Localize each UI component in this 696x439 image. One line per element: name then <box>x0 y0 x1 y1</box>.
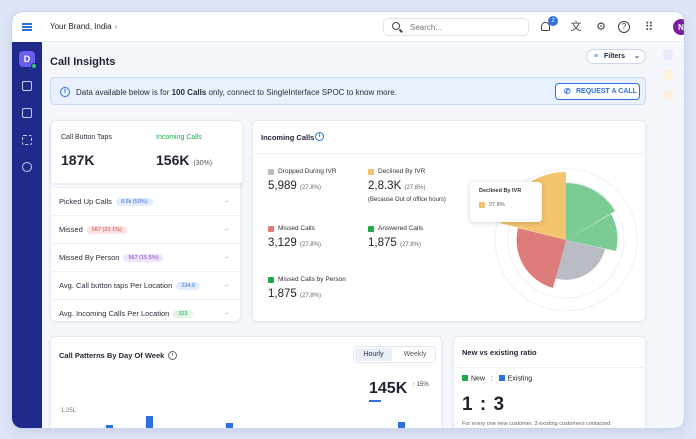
chevron-down-icon: ⌄ <box>634 53 640 60</box>
brand-breadcrumb[interactable]: Your Brand, India › <box>50 22 117 31</box>
call-button-taps-value: 187K <box>61 152 95 168</box>
card-title: Incoming Calls <box>261 133 315 142</box>
change-indicator: ↑ 15% <box>412 382 429 388</box>
info-icon[interactable]: i <box>168 351 177 360</box>
status-badge: 567 (15.5%) <box>123 254 164 262</box>
search-box[interactable] <box>383 18 529 36</box>
list-item[interactable]: Avg. Call button taps Per Location 234.6 … <box>51 271 242 299</box>
ratio-value: 1 : 3 <box>462 394 506 415</box>
help-icon[interactable]: ? <box>618 21 630 33</box>
legend-swatch <box>268 226 274 232</box>
summary-header: Call Button Taps 187K Incoming Calls 156… <box>51 121 242 183</box>
chart-tooltip: Declined By IVR 27.8% <box>470 182 542 222</box>
call-summary-card: Call Button Taps 187K Incoming Calls 156… <box>50 120 242 322</box>
online-indicator-icon <box>31 63 37 69</box>
notification-bell-icon[interactable]: 2 <box>540 16 558 33</box>
tab-hourly[interactable]: Hourly <box>355 348 392 361</box>
granularity-toggle: Hourly Weekly <box>353 346 436 363</box>
info-banner: i Data available below is for 100 Calls … <box>50 77 646 105</box>
chart-bar[interactable] <box>146 416 153 428</box>
legend-swatch <box>268 169 274 175</box>
call-patterns-card: Call Patterns By Day Of Week i Hourly We… <box>50 336 442 428</box>
side-panel-tile <box>663 90 673 100</box>
chart-bar[interactable] <box>226 423 233 428</box>
legend-swatch <box>462 375 468 381</box>
status-badge: 234.6 <box>176 282 201 290</box>
app-window: D Your Brand, India› 2 文 ⚙ ? ⠿ N Call In… <box>12 12 684 428</box>
chart-bar[interactable] <box>106 425 113 428</box>
tab-weekly[interactable]: Weekly <box>396 348 434 361</box>
apps-grid-icon[interactable]: ⠿ <box>643 21 655 33</box>
side-panel-tile <box>663 50 673 60</box>
status-badge: 323 <box>173 310 193 318</box>
banner-message: Data available below is for 100 Calls on… <box>76 88 397 97</box>
card-title: Call Patterns By Day Of Week <box>59 351 165 360</box>
search-icon <box>392 22 400 30</box>
side-panel-tile <box>663 70 673 80</box>
legend-swatch <box>268 277 274 283</box>
chart-bar[interactable] <box>398 422 405 428</box>
card-title: New vs existing ratio <box>462 348 537 357</box>
dashboard-grid-icon[interactable] <box>22 81 32 91</box>
list-item[interactable]: Avg. Incoming Calls Per Location 323 → <box>51 299 242 327</box>
search-input[interactable] <box>410 22 520 33</box>
sidebar: D <box>12 12 42 428</box>
ratio-legend: New : Existing <box>462 375 532 383</box>
arrow-right-icon: → <box>221 223 230 233</box>
list-item[interactable]: Picked Up Calls 8.9k (50%) → <box>51 187 242 215</box>
report-icon[interactable] <box>22 108 32 118</box>
status-badge: 567 (23.1%) <box>86 226 127 234</box>
gear-icon[interactable]: ⚙ <box>595 21 607 33</box>
list-item[interactable]: Missed 567 (23.1%) → <box>51 215 242 243</box>
call-button-taps-label: Call Button Taps <box>61 134 112 141</box>
top-bar: Your Brand, India› 2 文 ⚙ ? ⠿ N <box>42 12 684 42</box>
apps-add-icon[interactable] <box>22 135 32 145</box>
request-call-button[interactable]: ✆ REQUEST A CALL <box>555 83 640 100</box>
notification-count-badge: 2 <box>548 16 558 26</box>
arrow-right-icon: → <box>221 279 230 289</box>
legend-swatch <box>479 202 485 208</box>
info-icon[interactable]: i <box>315 132 324 141</box>
filter-icon: ≡ <box>594 53 599 60</box>
arrow-right-icon: → <box>221 195 230 205</box>
workspace-avatar[interactable]: D <box>19 51 37 69</box>
incoming-calls-label: Incoming Calls <box>156 134 202 141</box>
new-vs-existing-card: New vs existing ratio New : Existing 1 :… <box>453 336 647 428</box>
status-badge: 8.9k (50%) <box>115 198 153 206</box>
chevron-right-icon: › <box>114 22 118 31</box>
ratio-caption: For every one new customer, 3 existing c… <box>462 421 612 427</box>
translate-icon[interactable]: 文 <box>570 21 582 33</box>
arrow-right-icon: → <box>221 251 230 261</box>
value-underline <box>369 400 381 402</box>
filters-button[interactable]: ≡ Filters ⌄ <box>586 49 646 64</box>
incoming-calls-value: 156K (30%) <box>156 152 213 168</box>
page-title: Call Insights <box>50 56 116 68</box>
total-calls-value: 145K <box>369 380 408 397</box>
incoming-calls-card: Incoming Calls i Dropped During IVR 5,98… <box>252 120 647 322</box>
legend-swatch <box>368 226 374 232</box>
divider <box>454 367 647 368</box>
user-avatar[interactable]: N <box>673 19 684 35</box>
legend-swatch <box>368 169 374 175</box>
phone-icon: ✆ <box>564 87 571 96</box>
hamburger-menu-icon[interactable] <box>12 12 42 42</box>
list-item[interactable]: Missed By Person 567 (15.5%) → <box>51 243 242 271</box>
info-icon: i <box>60 87 70 97</box>
legend-swatch <box>498 375 505 381</box>
bot-icon[interactable] <box>22 162 32 172</box>
arrow-right-icon: → <box>221 307 230 317</box>
y-axis-tick: 1.25L <box>61 408 77 414</box>
divider <box>253 153 647 154</box>
